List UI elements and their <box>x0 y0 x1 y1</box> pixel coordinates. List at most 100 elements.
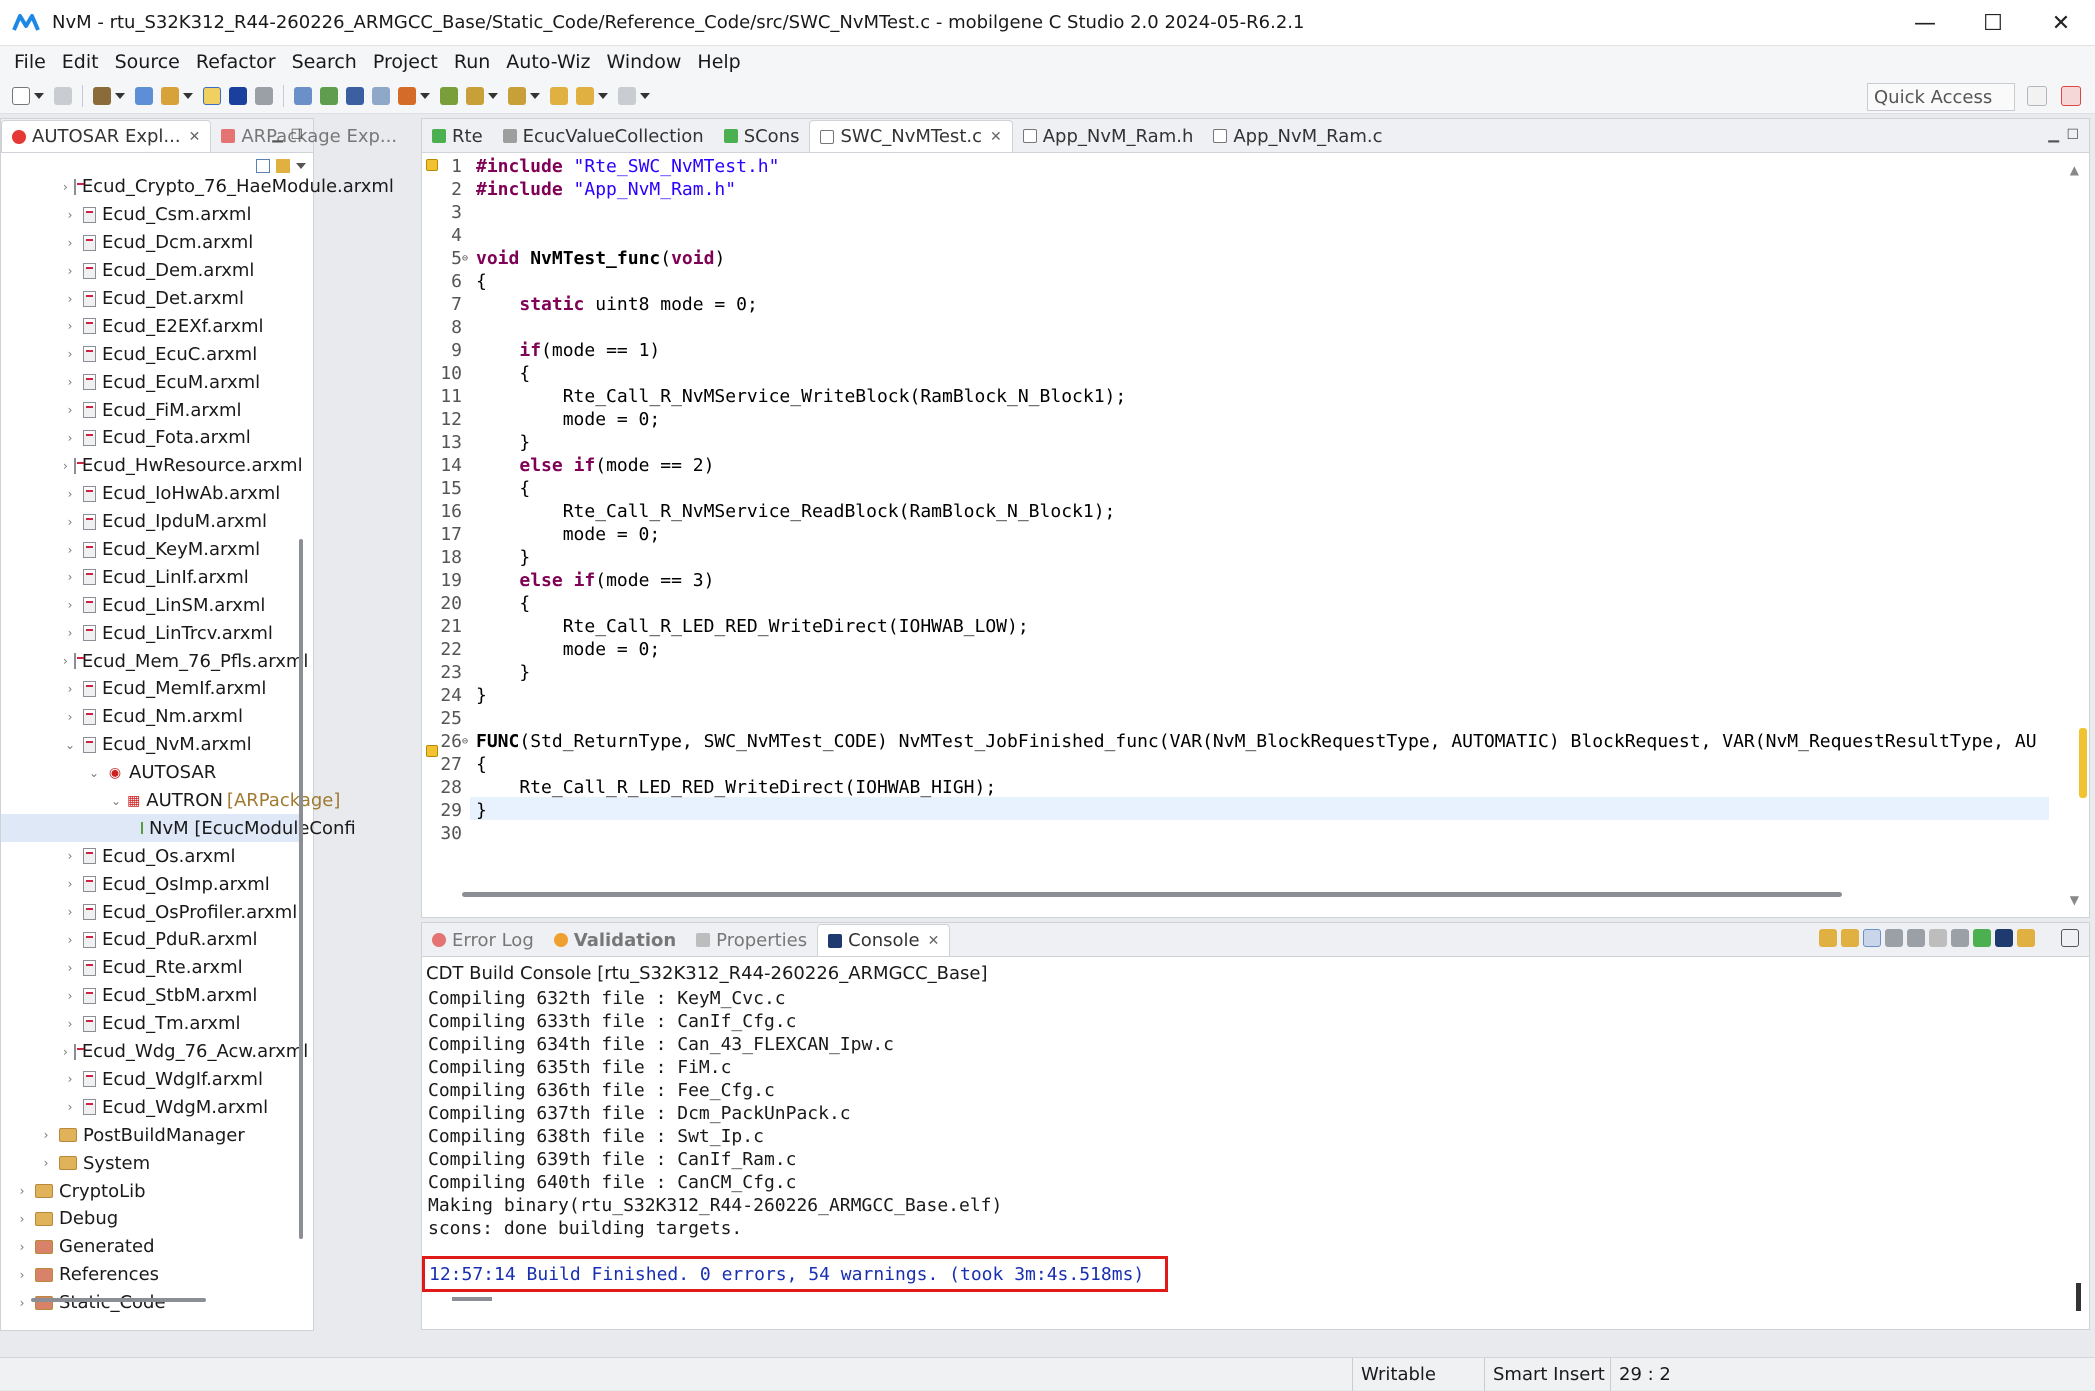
menu-search[interactable]: Search <box>284 51 365 73</box>
tree-item[interactable]: NvM [EcucModuleConfi <box>1 814 356 843</box>
tree-item[interactable]: › Ecud_OsProfiler.arxml <box>1 898 301 926</box>
tree-item[interactable]: › Ecud_HwResource.arxml <box>1 452 303 480</box>
tree-item[interactable]: ⌄ ▦ AUTRON [ARPackage] <box>1 787 340 815</box>
tree-item[interactable]: › Ecud_WdgM.arxml <box>1 1093 301 1121</box>
remove-launch-icon[interactable] <box>1951 929 1969 947</box>
chevron-right-icon[interactable]: › <box>39 1128 53 1142</box>
chevron-right-icon[interactable]: › <box>63 375 77 389</box>
chevron-down-icon[interactable]: ⌄ <box>111 794 121 808</box>
minimize-view-icon[interactable]: ▁ <box>272 127 283 143</box>
open-type-icon[interactable] <box>440 86 458 105</box>
tree-item[interactable]: › PostBuildManager <box>1 1121 301 1149</box>
clear-console-icon[interactable] <box>1885 929 1903 947</box>
pin-icon[interactable] <box>255 86 273 105</box>
close-icon[interactable]: ✕ <box>189 129 201 145</box>
menu-source[interactable]: Source <box>107 51 188 73</box>
chevron-down-icon[interactable] <box>530 92 540 99</box>
tab-app-nvm-ram-c[interactable]: App_NvM_Ram.c <box>1203 120 1392 152</box>
chevron-right-icon[interactable]: › <box>63 710 77 724</box>
debug-icon[interactable] <box>294 86 312 105</box>
close-icon[interactable]: ✕ <box>990 129 1002 145</box>
chevron-right-icon[interactable]: › <box>63 487 77 501</box>
display-console-icon[interactable] <box>1995 929 2013 947</box>
tree-item[interactable]: › Ecud_Tm.arxml <box>1 1010 301 1038</box>
open-console-icon[interactable] <box>2017 929 2035 947</box>
tree-item[interactable]: › Ecud_FiM.arxml <box>1 396 301 424</box>
save-icon[interactable] <box>54 86 72 105</box>
tree-item[interactable]: › CryptoLib <box>1 1177 301 1205</box>
maximize-view-icon[interactable]: ☐ <box>290 127 303 143</box>
chevron-right-icon[interactable]: › <box>63 598 77 612</box>
tree-item[interactable]: › Ecud_Mem_76_Pfls.arxml <box>1 647 308 675</box>
forward-icon[interactable] <box>618 86 636 105</box>
tree-item[interactable]: › Ecud_PduR.arxml <box>1 926 301 954</box>
console-vertical-scrollbar[interactable] <box>2076 1283 2081 1311</box>
chevron-right-icon[interactable]: › <box>39 1156 53 1170</box>
external-tools-icon[interactable] <box>398 86 416 105</box>
tree-item[interactable]: › Ecud_Os.arxml <box>1 842 301 870</box>
chevron-right-icon[interactable]: › <box>63 543 77 557</box>
tree-item[interactable]: › Ecud_WdgIf.arxml <box>1 1066 301 1094</box>
tree-item[interactable]: › Ecud_EcuC.arxml <box>1 340 301 368</box>
menu-run[interactable]: Run <box>446 51 498 73</box>
chevron-right-icon[interactable]: › <box>63 1072 77 1086</box>
tab-app-nvm-ram-h[interactable]: App_NvM_Ram.h <box>1013 120 1204 152</box>
toggle-view-icon[interactable] <box>229 86 247 105</box>
build-hammer-icon[interactable] <box>93 86 111 105</box>
run-config-icon[interactable] <box>320 86 338 105</box>
tab-ecucvaluecollection[interactable]: EcucValueCollection <box>493 120 714 152</box>
minimize-button[interactable]: — <box>1891 0 1959 46</box>
chevron-right-icon[interactable]: › <box>15 1212 29 1226</box>
chevron-right-icon[interactable]: › <box>63 1100 77 1114</box>
tree-item[interactable]: › Ecud_OsImp.arxml <box>1 870 301 898</box>
prev-annotation-icon[interactable] <box>508 86 526 105</box>
chevron-right-icon[interactable]: › <box>15 1240 29 1254</box>
chevron-right-icon[interactable]: › <box>63 347 77 361</box>
tab-scons[interactable]: SCons <box>714 120 810 152</box>
link-icon[interactable] <box>135 86 153 105</box>
memory-icon[interactable] <box>346 86 364 105</box>
tree-item[interactable]: › Debug <box>1 1205 301 1233</box>
brush-icon[interactable] <box>161 86 179 105</box>
warning-marker-icon[interactable] <box>426 159 438 171</box>
fold-collapse-icon[interactable]: ⊖ <box>462 736 470 747</box>
chevron-right-icon[interactable]: › <box>63 515 77 529</box>
menu-project[interactable]: Project <box>365 51 446 73</box>
overview-ruler-mark[interactable] <box>2079 728 2087 798</box>
plugin-icon[interactable] <box>372 86 390 105</box>
menu-auto-wiz[interactable]: Auto-Wiz <box>498 51 598 73</box>
view-menu-icon[interactable] <box>296 163 306 169</box>
next-annotation-icon[interactable] <box>466 86 484 105</box>
scroll-lock-icon[interactable] <box>1863 929 1881 947</box>
close-icon[interactable]: ✕ <box>928 933 940 949</box>
chevron-right-icon[interactable]: › <box>15 1184 29 1198</box>
chevron-right-icon[interactable]: › <box>63 626 77 640</box>
tree-item[interactable]: › Static_Code <box>1 1289 301 1317</box>
chevron-right-icon[interactable]: › <box>63 236 77 250</box>
warning-marker-icon[interactable] <box>426 745 438 757</box>
tree-item[interactable]: › References <box>1 1261 301 1289</box>
scroll-down-icon[interactable]: ▼ <box>2070 893 2079 907</box>
tree-item[interactable]: › Ecud_MemIf.arxml <box>1 675 301 703</box>
back-icon[interactable] <box>576 86 594 105</box>
tree-item[interactable]: › Ecud_IoHwAb.arxml <box>1 480 301 508</box>
tab-properties[interactable]: Properties <box>686 924 817 956</box>
menu-window[interactable]: Window <box>598 51 689 73</box>
tree-item[interactable]: › Ecud_LinSM.arxml <box>1 591 301 619</box>
editor-horizontal-scrollbar[interactable] <box>462 892 1842 897</box>
chevron-right-icon[interactable]: › <box>63 264 77 278</box>
chevron-right-icon[interactable]: › <box>63 933 77 947</box>
maximize-view-icon[interactable]: ☐ <box>2066 127 2079 143</box>
console-horizontal-scrollbar[interactable] <box>452 1297 492 1301</box>
tree-item[interactable]: › Ecud_E2EXf.arxml <box>1 312 301 340</box>
chevron-right-icon[interactable]: › <box>63 877 77 891</box>
editor-text-area[interactable]: 1 #include "Rte_SWC_NvMTest.h" 2 #include "… <box>422 153 2089 917</box>
tree-item[interactable]: › System <box>1 1149 301 1177</box>
menu-help[interactable]: Help <box>689 51 748 73</box>
chevron-right-icon[interactable]: › <box>63 989 77 1003</box>
console-output[interactable]: Compiling 632th file : KeyM_Cvc.c Compili… <box>428 987 1002 1240</box>
tree-item[interactable]: › Ecud_KeyM.arxml <box>1 536 301 564</box>
open-perspective-icon[interactable] <box>2027 86 2047 106</box>
chevron-down-icon[interactable] <box>420 92 430 99</box>
tree-item[interactable]: › Ecud_Rte.arxml <box>1 954 301 982</box>
